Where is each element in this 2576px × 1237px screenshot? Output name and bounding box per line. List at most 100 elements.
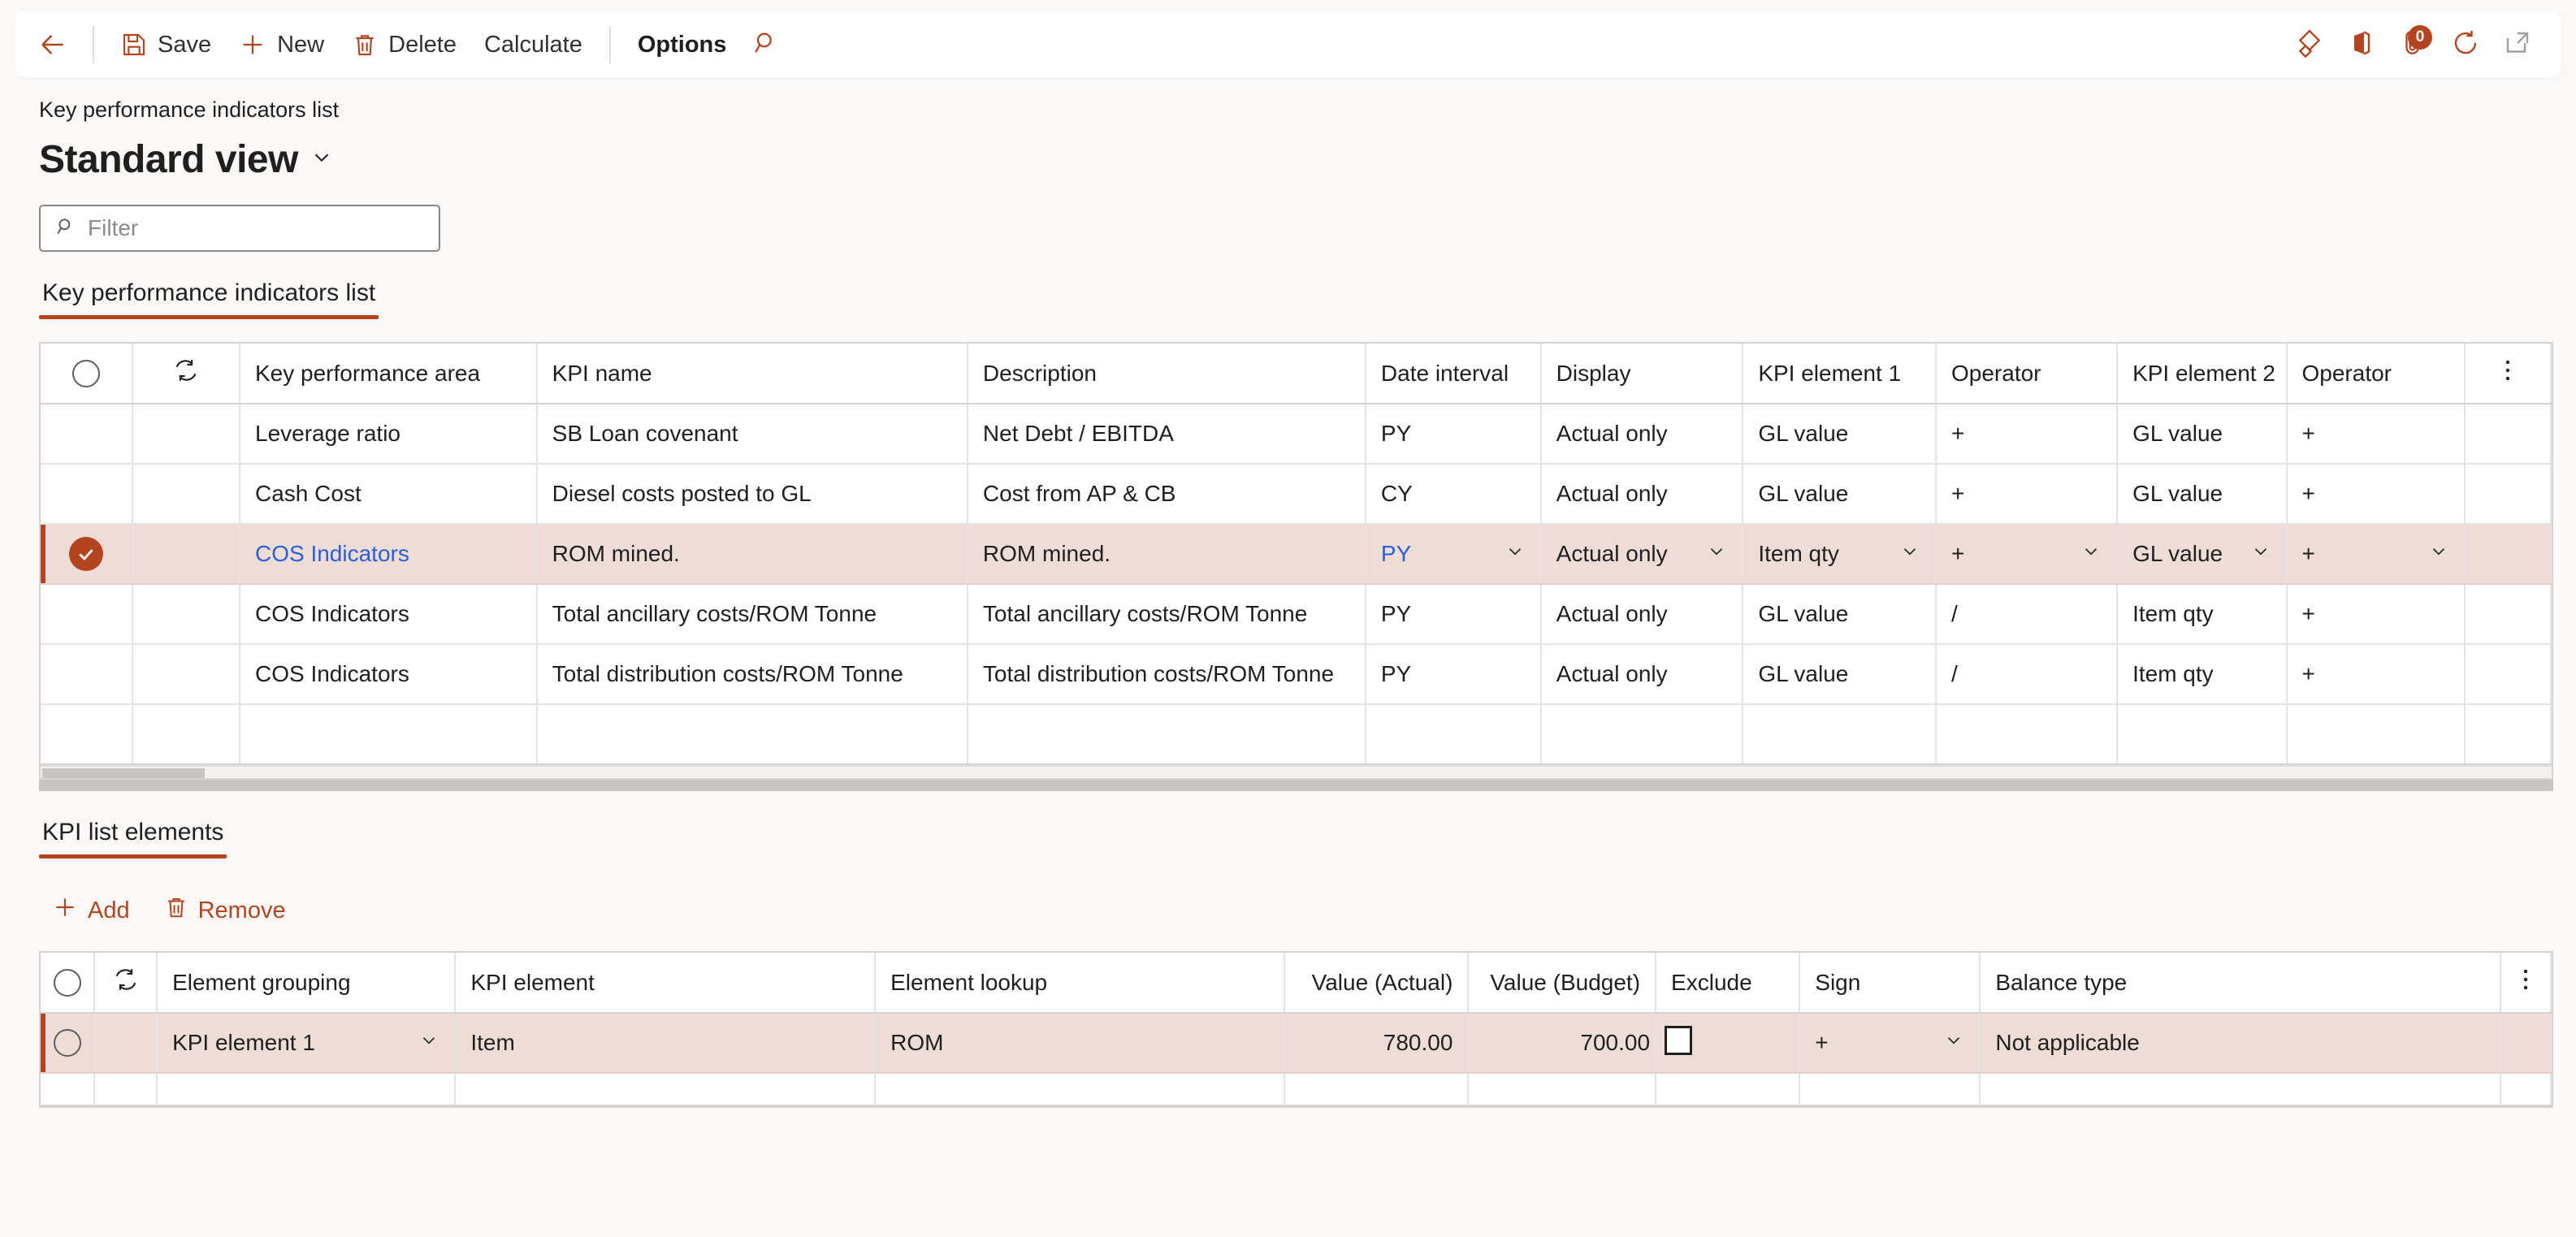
row-status-header[interactable] (132, 344, 240, 405)
column-header-key-performance-area[interactable]: Key performance area (240, 344, 538, 405)
column-header-sign[interactable]: Sign (1799, 953, 1981, 1014)
options-button[interactable]: Options (624, 21, 741, 68)
table-row[interactable]: Leverage ratio SB Loan covenant Net Debt… (41, 404, 2552, 465)
cell-kpi-element-1[interactable]: GL value (1743, 584, 1937, 646)
cell-display[interactable]: Actual only (1540, 644, 1744, 706)
cell-kpi-element-2[interactable]: GL value (2117, 524, 2288, 586)
chevron-down-icon[interactable] (418, 1030, 439, 1057)
cell-kpi-element-2[interactable]: GL value (2117, 404, 2288, 465)
view-selector[interactable]: Standard view (39, 137, 2576, 182)
attachments-button[interactable]: 0 (2388, 19, 2440, 71)
cell-kpi-element-1[interactable]: Item qty (1743, 524, 1937, 586)
tab-kpi-list[interactable]: Key performance indicators list (39, 279, 379, 320)
back-button[interactable] (37, 21, 80, 68)
cell-value-budget[interactable]: 700.00 (1468, 1013, 1657, 1075)
cell-description[interactable]: ROM mined. (967, 524, 1366, 586)
filter-field[interactable]: Filter (39, 205, 440, 253)
column-header-element-lookup[interactable]: Element lookup (875, 953, 1286, 1014)
cell-date-interval[interactable]: PY (1365, 524, 1542, 586)
cell-operator-1[interactable]: / (1936, 644, 2119, 706)
cell-operator-1[interactable]: + (1936, 404, 2119, 465)
cell-kpi-element-2[interactable]: Item qty (2117, 584, 2288, 646)
cell-operator-1[interactable]: + (1936, 524, 2119, 586)
cell-date-interval[interactable]: PY (1365, 584, 1542, 646)
cell-key-performance-area[interactable]: Leverage ratio (240, 404, 538, 465)
cell-key-performance-area[interactable]: COS Indicators (240, 584, 538, 646)
refresh-button[interactable] (2440, 19, 2492, 71)
cell-date-interval[interactable]: PY (1365, 404, 1542, 465)
kpi-grid-bottom-scrollbar[interactable] (39, 780, 2553, 792)
cell-kpi-element-1[interactable]: GL value (1743, 644, 1937, 706)
column-header-display[interactable]: Display (1540, 344, 1744, 405)
column-header-balance-type[interactable]: Balance type (1980, 953, 2501, 1014)
column-header-kpi-name[interactable]: KPI name (536, 344, 968, 405)
column-header-operator-1[interactable]: Operator (1936, 344, 2119, 405)
table-row[interactable]: COS Indicators Total distribution costs/… (41, 644, 2552, 706)
cell-operator-1[interactable]: + (1936, 464, 2119, 526)
cell-operator-2[interactable]: + (2286, 464, 2466, 526)
cell-operator-2[interactable]: + (2286, 404, 2466, 465)
cell-key-performance-area[interactable]: COS Indicators (240, 644, 538, 706)
cell-value-actual[interactable]: 780.00 (1284, 1013, 1470, 1075)
cell-description[interactable]: Total distribution costs/ROM Tonne (967, 644, 1366, 706)
cell-kpi-name[interactable]: Diesel costs posted to GL (536, 464, 968, 526)
cell-display[interactable]: Actual only (1540, 404, 1744, 465)
elements-grid-options-button[interactable] (2500, 953, 2552, 1014)
delete-button[interactable]: Delete (338, 21, 470, 68)
cell-key-performance-area[interactable]: Cash Cost (240, 464, 538, 526)
select-all-header[interactable] (41, 953, 96, 1014)
cell-element-grouping[interactable]: KPI element 1 (157, 1013, 457, 1075)
row-select-cell[interactable] (41, 1013, 96, 1075)
cell-kpi-name[interactable]: Total distribution costs/ROM Tonne (536, 644, 968, 706)
column-header-kpi-element[interactable]: KPI element (455, 953, 877, 1014)
cell-description[interactable]: Total ancillary costs/ROM Tonne (967, 584, 1366, 646)
column-header-element-grouping[interactable]: Element grouping (157, 953, 457, 1014)
cell-kpi-name[interactable]: ROM mined. (536, 524, 968, 586)
cell-kpi-element[interactable]: Item (455, 1013, 877, 1075)
open-in-new-window-button[interactable] (2492, 19, 2544, 71)
cell-element-lookup[interactable]: ROM (875, 1013, 1286, 1075)
column-header-exclude[interactable]: Exclude (1656, 953, 1801, 1014)
cell-balance-type[interactable]: Not applicable (1980, 1013, 2501, 1075)
calculate-button[interactable]: Calculate (470, 21, 596, 68)
new-button[interactable]: New (225, 21, 338, 68)
chevron-down-icon[interactable] (1504, 541, 1526, 568)
cell-kpi-element-2[interactable]: GL value (2117, 464, 2288, 526)
cell-display[interactable]: Actual only (1540, 584, 1744, 646)
row-select-cell[interactable] (41, 644, 134, 706)
column-header-value-actual[interactable]: Value (Actual) (1284, 953, 1470, 1014)
cell-date-interval[interactable]: CY (1365, 464, 1542, 526)
cell-kpi-element-2[interactable]: Item qty (2117, 644, 2288, 706)
remove-button[interactable]: Remove (151, 889, 299, 932)
cell-kpi-element-1[interactable]: GL value (1743, 404, 1937, 465)
chevron-down-icon[interactable] (2250, 541, 2271, 568)
kpi-grid-horizontal-scrollbar[interactable] (41, 765, 2552, 779)
column-header-value-budget[interactable]: Value (Budget) (1468, 953, 1657, 1014)
tab-kpi-list-elements[interactable]: KPI list elements (39, 819, 227, 859)
cell-operator-2[interactable]: + (2286, 644, 2466, 706)
select-all-header[interactable] (41, 344, 134, 405)
table-row[interactable]: COS Indicators Total ancillary costs/ROM… (41, 584, 2552, 646)
row-select-cell[interactable] (41, 524, 134, 586)
diamond-app-button[interactable] (2284, 19, 2336, 71)
cell-key-performance-area[interactable]: COS Indicators (240, 524, 538, 586)
exclude-checkbox[interactable] (1665, 1025, 1693, 1055)
cell-description[interactable]: Cost from AP & CB (967, 464, 1366, 526)
cell-display[interactable]: Actual only (1540, 464, 1744, 526)
table-row-selected[interactable]: KPI element 1 Item ROM 780.00 700.00 + N… (41, 1013, 2552, 1075)
cell-operator-2[interactable]: + (2286, 584, 2466, 646)
kpi-grid-options-button[interactable] (2464, 344, 2552, 405)
cell-date-interval[interactable]: PY (1365, 644, 1542, 706)
add-button[interactable]: Add (39, 888, 143, 933)
cell-exclude[interactable] (1656, 1013, 1801, 1075)
chevron-down-icon[interactable] (2080, 541, 2102, 568)
row-status-header[interactable] (94, 953, 158, 1014)
table-row[interactable]: Cash Cost Diesel costs posted to GL Cost… (41, 464, 2552, 526)
column-header-operator-2[interactable]: Operator (2286, 344, 2466, 405)
row-select-cell[interactable] (41, 584, 134, 646)
column-header-date-interval[interactable]: Date interval (1365, 344, 1542, 405)
chevron-down-icon[interactable] (1943, 1030, 1964, 1057)
chevron-down-icon[interactable] (1706, 541, 1727, 568)
save-button[interactable]: Save (107, 21, 225, 68)
search-button[interactable] (740, 19, 792, 71)
